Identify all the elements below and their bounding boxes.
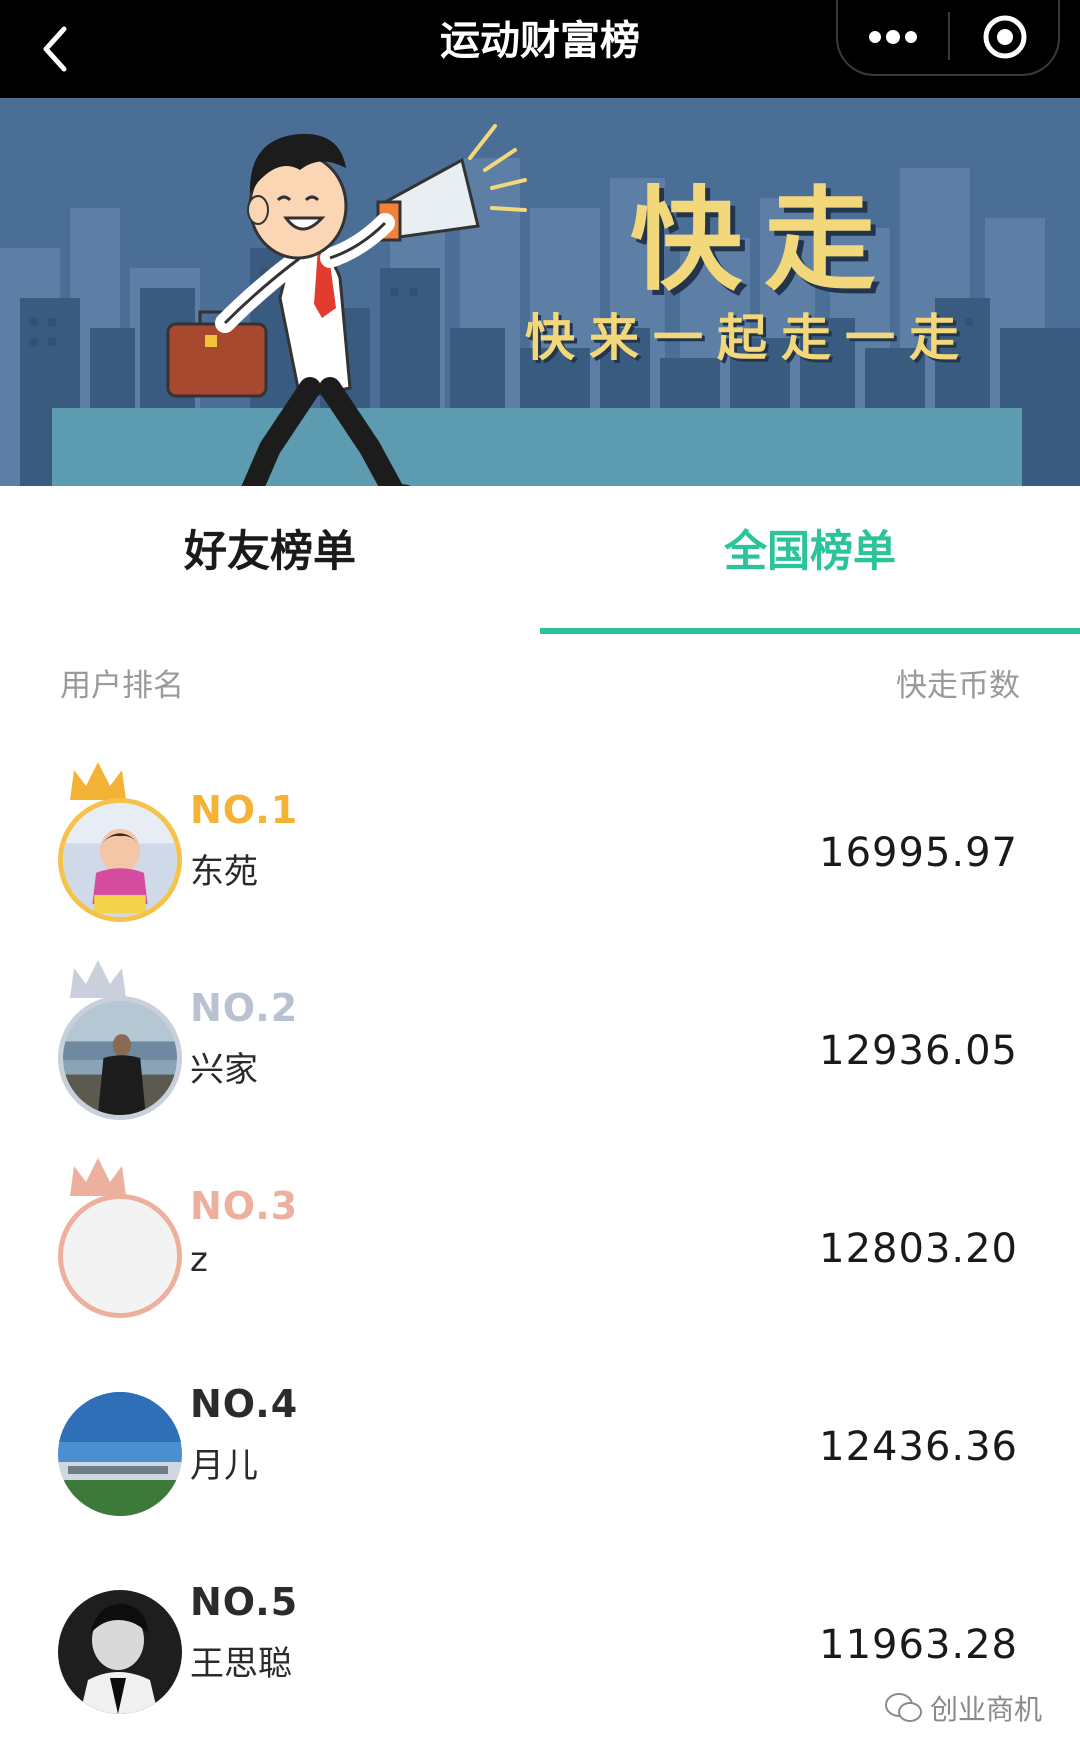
avatar-group: [58, 1156, 186, 1318]
banner-illustration: [0, 124, 1080, 486]
watermark-text: 创业商机: [930, 1693, 1043, 1726]
bronze-crown-icon: [70, 1158, 126, 1196]
avatar-group: [58, 760, 186, 922]
avatar: [58, 1392, 182, 1516]
user-name: 月儿: [190, 1446, 258, 1486]
user-name: 王思聪: [190, 1644, 292, 1684]
more-dots-icon: [869, 30, 917, 44]
capsule-menu: [836, 0, 1060, 76]
chevron-left-icon: [43, 26, 67, 72]
ranking-row[interactable]: NO.2 兴家 12936.05: [0, 928, 1080, 1126]
ranking-row[interactable]: NO.3 z 12803.20: [0, 1126, 1080, 1324]
user-name: 兴家: [190, 1050, 258, 1090]
user-name: 东苑: [190, 852, 258, 892]
coin-score: 11963.28: [819, 1622, 1018, 1668]
list-header: 用户排名 快走币数: [0, 660, 1080, 710]
watermark: 创业商机: [884, 1688, 1042, 1728]
wechat-icon: [885, 1693, 922, 1722]
record-close-icon: [983, 15, 1027, 59]
avatar-group: [58, 1354, 186, 1516]
rank-number: NO.3: [190, 1184, 299, 1228]
ranking-row[interactable]: NO.4 月儿 12436.36: [0, 1324, 1080, 1522]
more-button[interactable]: [838, 0, 948, 74]
avatar-group: [58, 1552, 186, 1714]
rank-number: NO.1: [190, 788, 299, 832]
rank-number: NO.5: [190, 1580, 299, 1624]
hero-banner: 快走 快来一起走一走: [0, 98, 1080, 486]
ranking-tabs: 好友榜单 全国榜单: [0, 486, 1080, 634]
rank-number: NO.4: [190, 1382, 299, 1426]
gold-crown-icon: [70, 762, 126, 800]
avatar: [58, 798, 182, 922]
back-button[interactable]: [30, 14, 80, 84]
close-button[interactable]: [950, 0, 1060, 74]
coins-header: 快走币数: [896, 668, 1020, 704]
coin-score: 16995.97: [819, 830, 1018, 876]
tab-national[interactable]: 全国榜单: [540, 486, 1080, 634]
avatar: [58, 1590, 182, 1714]
avatar: [58, 1194, 182, 1318]
coin-score: 12936.05: [819, 1028, 1018, 1074]
coin-score: 12803.20: [819, 1226, 1018, 1272]
rank-number: NO.2: [190, 986, 299, 1030]
banner-title: 快走: [630, 175, 898, 306]
coin-score: 12436.36: [819, 1424, 1018, 1470]
avatar: [58, 996, 182, 1120]
user-rank-header: 用户排名: [60, 668, 184, 704]
avatar-group: [58, 958, 186, 1120]
active-tab-indicator: [540, 628, 1080, 634]
banner-subtitle: 快来一起走一走: [525, 308, 973, 367]
ranking-row[interactable]: NO.1 东苑 16995.97: [0, 730, 1080, 928]
user-name: z: [190, 1240, 208, 1280]
silver-crown-icon: [70, 960, 126, 998]
navigation-bar: 运动财富榜: [0, 0, 1080, 98]
tab-friends[interactable]: 好友榜单: [0, 486, 540, 634]
